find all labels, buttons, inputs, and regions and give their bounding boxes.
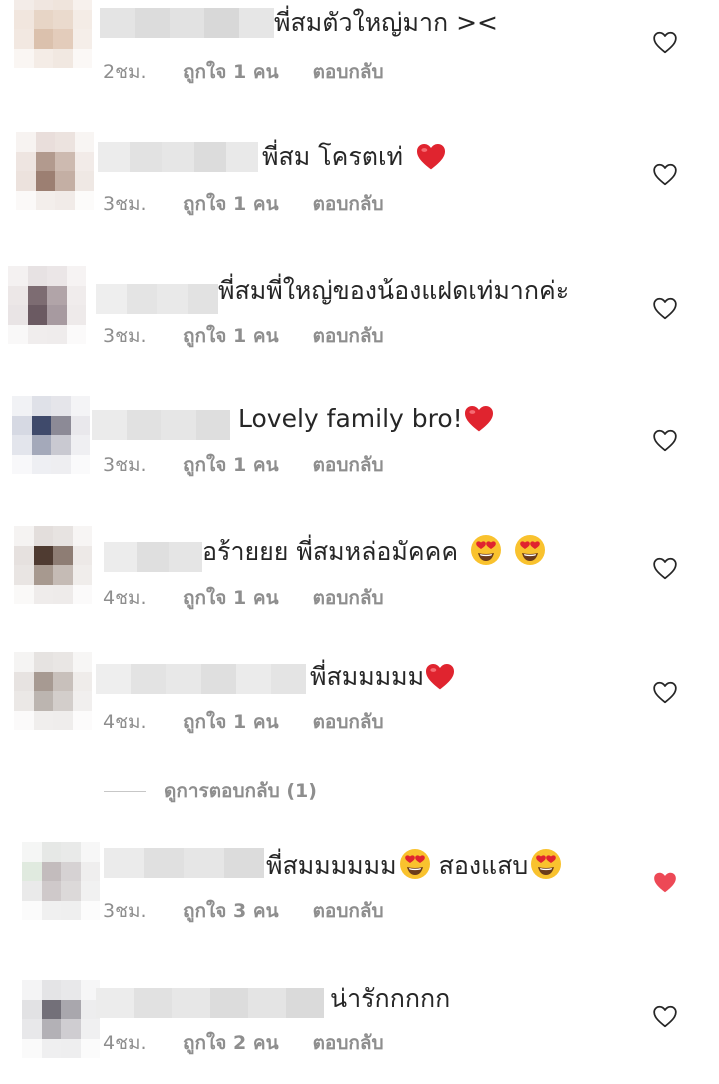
reply-button[interactable]: ตอบกลับ: [313, 710, 384, 734]
avatar[interactable]: [22, 980, 100, 1058]
comment-meta: 2ชม. ถูกใจ 1 คน ตอบกลับ: [103, 60, 384, 84]
like-heart-icon[interactable]: [652, 1004, 678, 1028]
like-heart-icon[interactable]: [652, 556, 678, 580]
likes-count[interactable]: ถูกใจ 1 คน: [183, 710, 279, 734]
heart-eyes-emoji-icon: [514, 535, 545, 565]
avatar[interactable]: [14, 526, 92, 604]
comment-text: พี่สมมมมม: [310, 660, 456, 694]
comment-meta: 4ชม. ถูกใจ 1 คน ตอบกลับ: [103, 586, 384, 610]
reply-button[interactable]: ตอบกลับ: [313, 60, 384, 84]
avatar[interactable]: [12, 396, 90, 474]
likes-count[interactable]: ถูกใจ 3 คน: [183, 899, 279, 923]
comment-text: Lovely family bro!: [238, 402, 495, 436]
likes-count[interactable]: ถูกใจ 1 คน: [183, 586, 279, 610]
comment-time: 4ชม.: [103, 711, 147, 733]
red-heart-emoji-icon: [464, 406, 493, 432]
likes-count[interactable]: ถูกใจ 1 คน: [183, 324, 279, 348]
comment-item: พี่สมพี่ใหญ่ของน้องแฝดเท่มากค่ะ 3ชม. ถูกใ…: [0, 264, 719, 374]
like-heart-icon[interactable]: [652, 30, 678, 54]
reply-button[interactable]: ตอบกลับ: [313, 192, 384, 216]
comment-meta: 3ชม. ถูกใจ 1 คน ตอบกลับ: [103, 453, 384, 477]
view-replies-label: ดูการตอบกลับ (1): [164, 780, 317, 802]
comment-item: พี่สม โครตเท่ 3ชม. ถูกใจ 1 คน ตอบกลับ: [0, 132, 719, 242]
username-blurred[interactable]: [100, 8, 274, 38]
red-heart-emoji-icon: [426, 664, 455, 690]
reply-button[interactable]: ตอบกลับ: [313, 1031, 384, 1055]
username-blurred[interactable]: [92, 410, 230, 440]
likes-count[interactable]: ถูกใจ 1 คน: [183, 192, 279, 216]
likes-count[interactable]: ถูกใจ 1 คน: [183, 453, 279, 477]
reply-button[interactable]: ตอบกลับ: [313, 899, 384, 923]
like-heart-icon[interactable]: [652, 296, 678, 320]
comment-time: 3ชม.: [103, 193, 147, 215]
avatar[interactable]: [16, 132, 94, 210]
username-blurred[interactable]: [104, 542, 203, 572]
comment-item: Lovely family bro! 3ชม. ถูกใจ 1 คน ตอบกลับ: [0, 396, 719, 506]
comment-text: พี่สมตัวใหญ่มาก ><: [274, 8, 498, 37]
heart-eyes-emoji-icon: [399, 849, 430, 879]
comment-time: 2ชม.: [103, 61, 147, 83]
comment-item: พี่สมมมมมม สองแสบ 3ชม. ถูกใจ 3 คน ตอบกลับ: [0, 842, 719, 952]
comment-time: 4ชม.: [103, 1032, 147, 1054]
likes-count[interactable]: ถูกใจ 2 คน: [183, 1031, 279, 1055]
username-blurred[interactable]: [96, 284, 218, 314]
reply-button[interactable]: ตอบกลับ: [313, 586, 384, 610]
reply-button[interactable]: ตอบกลับ: [313, 453, 384, 477]
comment-time: 3ชม.: [103, 900, 147, 922]
comment-text: พี่สมมมมมม สองแสบ: [266, 848, 562, 883]
comment-time: 3ชม.: [103, 454, 147, 476]
avatar[interactable]: [14, 0, 92, 68]
like-heart-icon[interactable]: [652, 162, 678, 186]
heart-eyes-emoji-icon: [531, 849, 562, 879]
comment-meta: 3ชม. ถูกใจ 1 คน ตอบกลับ: [103, 192, 384, 216]
comment-text: พี่สมพี่ใหญ่ของน้องแฝดเท่มากค่ะ: [218, 276, 570, 305]
comment-meta: 3ชม. ถูกใจ 3 คน ตอบกลับ: [103, 899, 384, 923]
username-blurred[interactable]: [96, 988, 324, 1018]
comment-text: อร้ายยย พี่สมหล่อมัคคค: [202, 534, 546, 569]
comment-item: อร้ายยย พี่สมหล่อมัคคค 4ชม. ถูกใจ 1 คน ตอบ…: [0, 526, 719, 636]
username-blurred[interactable]: [104, 848, 264, 878]
comment-item: พี่สมมมมม 4ชม. ถูกใจ 1 คน ตอบกลับ: [0, 652, 719, 762]
liked-heart-icon[interactable]: [652, 870, 678, 894]
comment-text: น่ารักกกกก: [330, 984, 451, 1013]
comment-item: น่ารักกกกก 4ชม. ถูกใจ 2 คน ตอบกลับ: [0, 974, 719, 1084]
like-heart-icon[interactable]: [652, 680, 678, 704]
comment-time: 4ชม.: [103, 587, 147, 609]
username-blurred[interactable]: [98, 142, 258, 172]
comment-meta: 4ชม. ถูกใจ 2 คน ตอบกลับ: [103, 1031, 384, 1055]
view-replies-button[interactable]: ดูการตอบกลับ (1): [104, 778, 317, 804]
comment-time: 3ชม.: [103, 325, 147, 347]
heart-eyes-emoji-icon: [471, 535, 502, 565]
comment-meta: 3ชม. ถูกใจ 1 คน ตอบกลับ: [103, 324, 384, 348]
likes-count[interactable]: ถูกใจ 1 คน: [183, 60, 279, 84]
view-replies-line: [104, 790, 146, 792]
comment-item: พี่สมตัวใหญ่มาก >< 2ชม. ถูกใจ 1 คน ตอบกลับ: [0, 0, 719, 110]
avatar[interactable]: [22, 842, 100, 920]
red-heart-emoji-icon: [416, 144, 445, 170]
username-blurred[interactable]: [96, 664, 306, 694]
like-heart-icon[interactable]: [652, 428, 678, 452]
comment-meta: 4ชม. ถูกใจ 1 คน ตอบกลับ: [103, 710, 384, 734]
comment-text: พี่สม โครตเท่: [262, 140, 447, 174]
avatar[interactable]: [8, 266, 86, 344]
avatar[interactable]: [14, 652, 92, 730]
reply-button[interactable]: ตอบกลับ: [313, 324, 384, 348]
